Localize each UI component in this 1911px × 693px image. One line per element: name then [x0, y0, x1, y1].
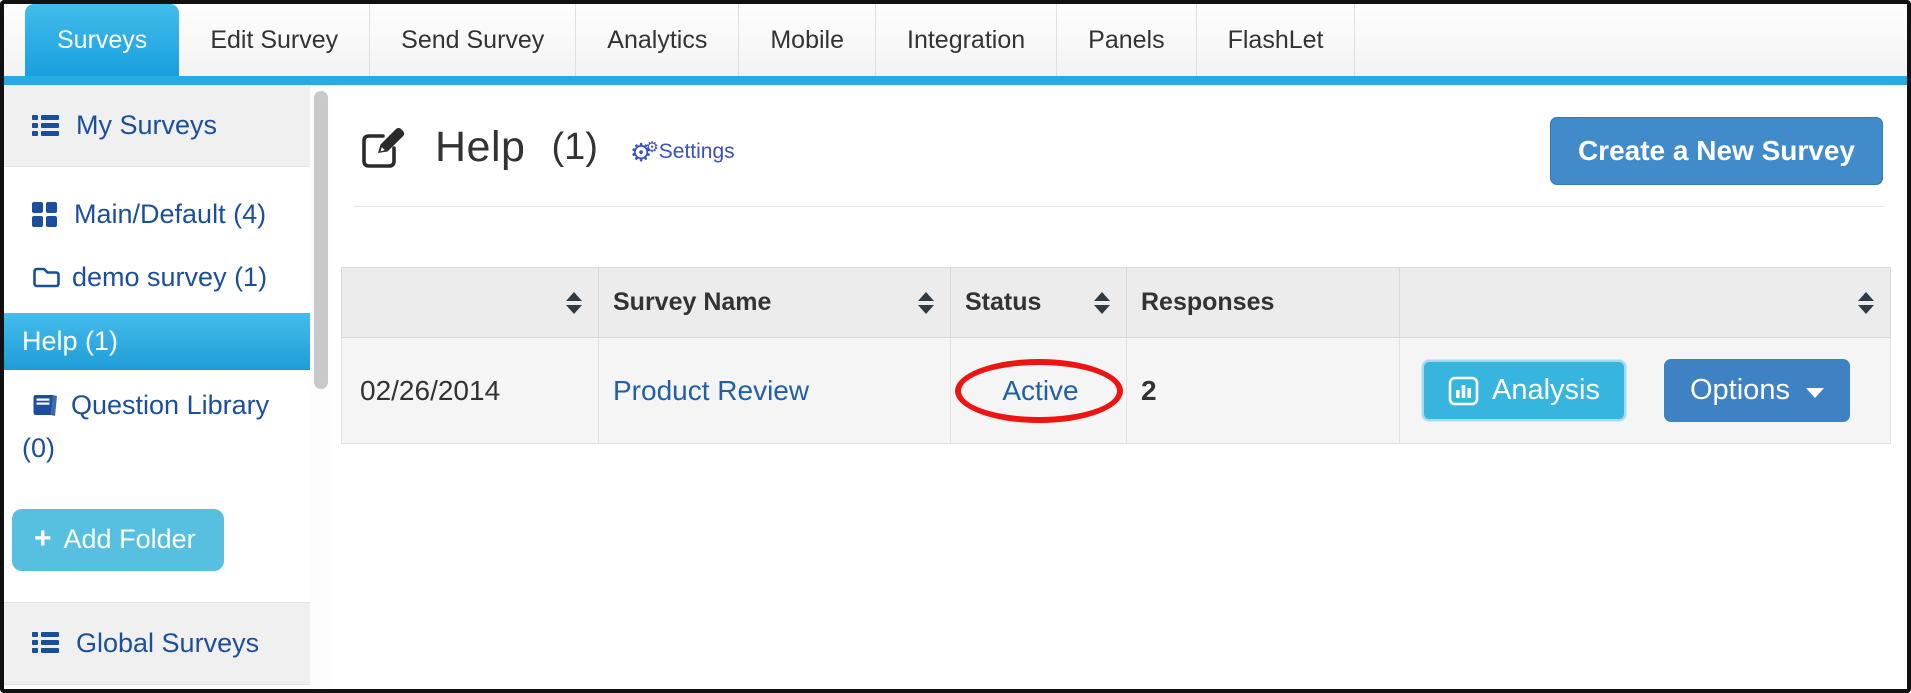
book-icon — [32, 393, 59, 417]
app-window: Surveys Edit Survey Send Survey Analytic… — [0, 0, 1911, 693]
tab-flashlet[interactable]: FlashLet — [1197, 4, 1356, 76]
sidebar-item-help[interactable]: Help (1) — [4, 313, 310, 371]
list-icon — [32, 114, 59, 137]
tab-send-survey[interactable]: Send Survey — [370, 4, 577, 76]
cell-actions: Analysis Options — [1399, 337, 1891, 444]
sidebar-item-label: Global Surveys — [76, 627, 260, 658]
tab-edit-survey[interactable]: Edit Survey — [179, 4, 371, 76]
folder-icon — [32, 266, 60, 289]
table-row: 02/26/2014 Product Review Active 2 Analy… — [341, 337, 1891, 444]
column-header-actions[interactable] — [1399, 267, 1891, 338]
sidebar-item-label: My Surveys — [76, 110, 218, 140]
list-icon — [32, 632, 59, 654]
tab-panels[interactable]: Panels — [1057, 4, 1197, 76]
tab-surveys[interactable]: Surveys — [25, 4, 180, 76]
sidebar-scrollbar[interactable] — [310, 85, 332, 689]
sort-icon[interactable] — [566, 291, 582, 314]
sort-icon[interactable] — [1858, 291, 1874, 314]
analysis-label: Analysis — [1492, 374, 1600, 406]
plus-icon: + — [34, 522, 52, 556]
scrollbar-thumb[interactable] — [314, 91, 328, 389]
settings-label: Settings — [658, 139, 735, 163]
create-new-survey-button[interactable]: Create a New Survey — [1549, 117, 1883, 185]
tab-integration[interactable]: Integration — [876, 4, 1058, 76]
column-header-status[interactable]: Status — [950, 267, 1127, 338]
sidebar-item-global-surveys[interactable]: Global Surveys — [4, 601, 310, 685]
analysis-button[interactable]: Analysis — [1422, 360, 1626, 421]
top-nav: Surveys Edit Survey Send Survey Analytic… — [4, 4, 1907, 76]
column-header-responses[interactable]: Responses — [1126, 267, 1400, 338]
cell-responses: 2 — [1126, 337, 1400, 444]
sort-icon[interactable] — [918, 291, 934, 314]
options-label: Options — [1690, 374, 1790, 406]
edit-icon — [360, 126, 407, 170]
status-link[interactable]: Active — [1002, 375, 1078, 406]
settings-link[interactable]: ⚙⚙ Settings — [630, 140, 735, 166]
sidebar-item-label: Main/Default (4) — [74, 199, 267, 229]
sidebar-item-label: demo survey (1) — [72, 262, 268, 292]
options-button[interactable]: Options — [1664, 359, 1850, 422]
sidebar-item-my-surveys[interactable]: My Surveys — [4, 85, 310, 167]
main-content: Help (1) ⚙⚙ Settings Create a New Survey — [332, 85, 1907, 689]
header-divider — [354, 206, 1885, 207]
caret-down-icon — [1805, 387, 1824, 398]
page-title-count: (1) — [551, 126, 598, 168]
cell-date: 02/26/2014 — [341, 337, 599, 444]
surveys-table: Survey Name Status Responses 02/26/2014 … — [341, 267, 1891, 444]
survey-name-link[interactable]: Product Review — [613, 375, 809, 406]
sidebar-item-demo-survey[interactable]: demo survey (1) — [4, 242, 310, 313]
sidebar-item-question-library[interactable]: Question Library (0) — [4, 370, 310, 484]
tab-analytics[interactable]: Analytics — [576, 4, 740, 76]
column-header-survey-name[interactable]: Survey Name — [598, 267, 951, 338]
nav-accent-bar — [4, 76, 1907, 85]
sidebar-item-label: Help (1) — [22, 326, 119, 357]
gears-icon: ⚙⚙ — [629, 138, 659, 167]
table-header-row: Survey Name Status Responses — [341, 267, 1891, 338]
sidebar-item-main-default[interactable]: Main/Default (4) — [4, 167, 310, 242]
add-folder-button[interactable]: + Add Folder — [12, 508, 224, 571]
grid-icon — [32, 202, 57, 227]
cell-survey-name: Product Review — [598, 337, 951, 444]
add-folder-label: Add Folder — [63, 523, 196, 554]
page-title: Help — [435, 123, 526, 171]
bar-chart-icon — [1448, 376, 1479, 406]
sidebar: My Surveys Main/Default (4) demo survey … — [4, 85, 310, 689]
sort-icon[interactable] — [1094, 291, 1110, 314]
column-header-date[interactable] — [341, 267, 599, 338]
cell-status: Active — [950, 337, 1127, 444]
sidebar-item-label: Question Library (0) — [22, 390, 270, 464]
tab-mobile[interactable]: Mobile — [739, 4, 876, 76]
